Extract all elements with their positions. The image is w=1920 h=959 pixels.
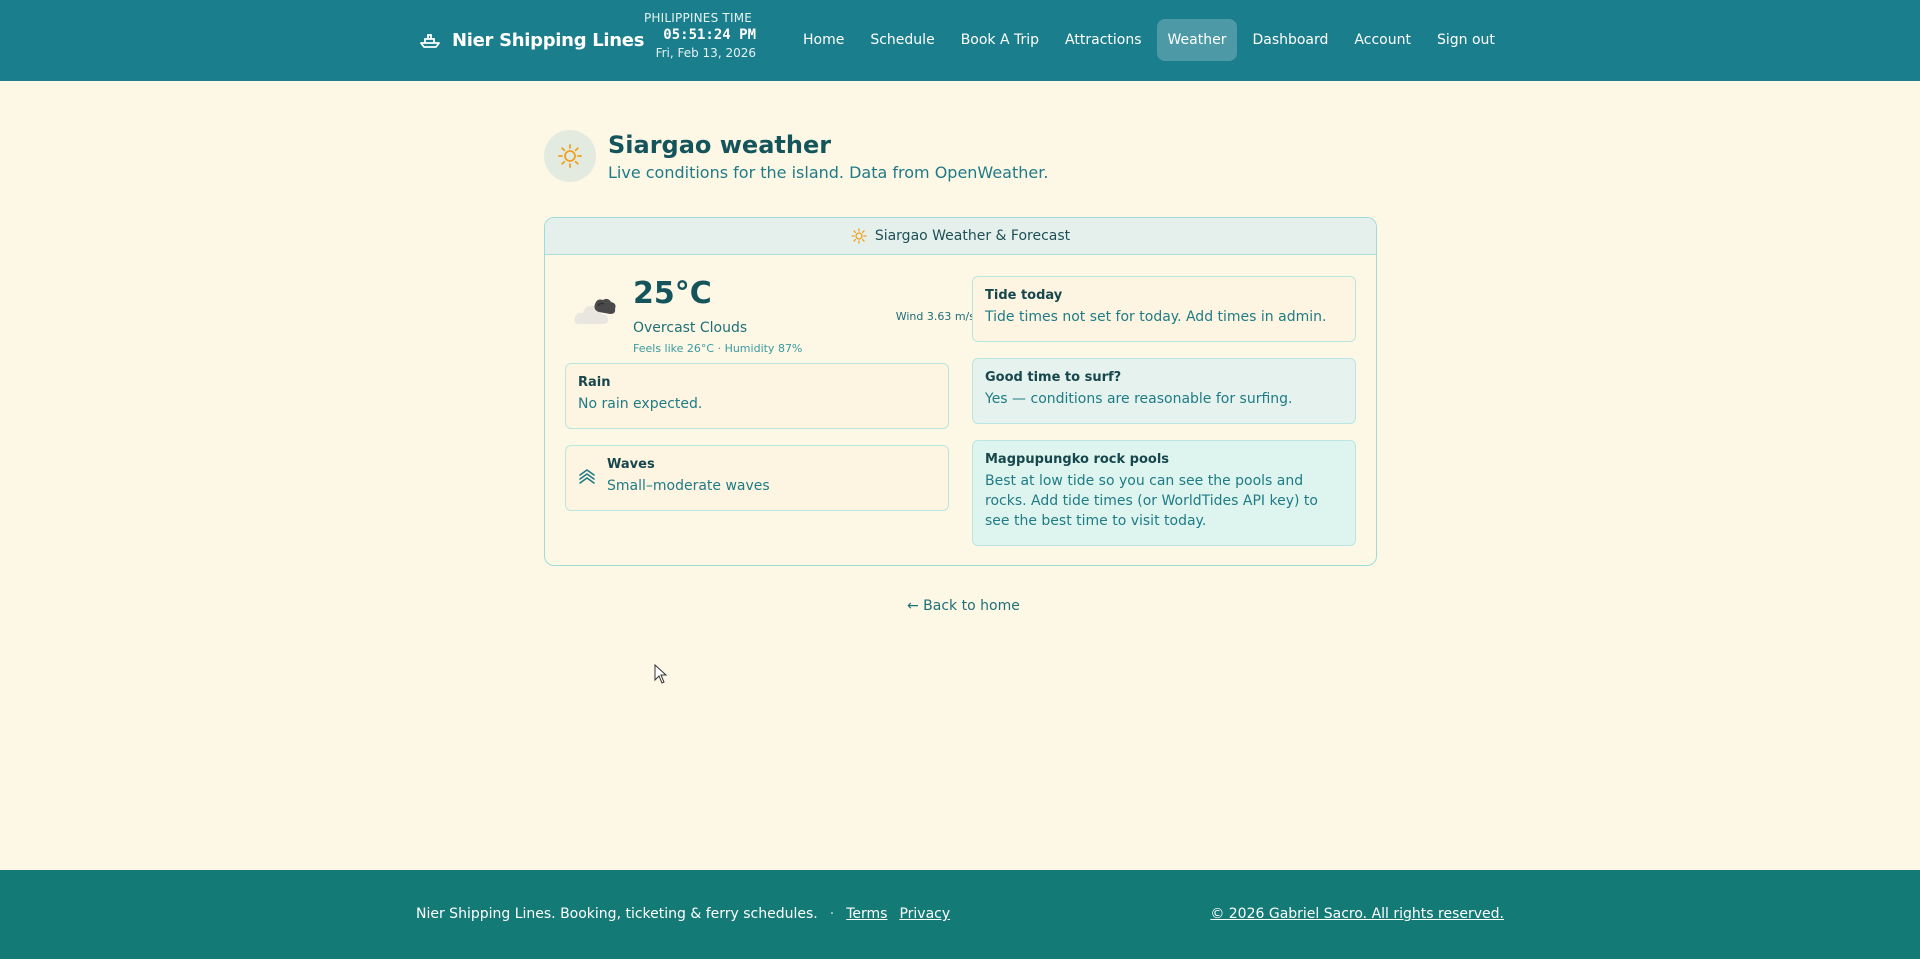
tide-value: Tide times not set for today. Add times …	[985, 309, 1327, 325]
nav-dashboard[interactable]: Dashboard	[1241, 19, 1339, 61]
weather-description: Overcast Clouds	[633, 320, 748, 336]
tide-title: Tide today	[985, 288, 1063, 303]
brand-name: Nier Shipping Lines	[452, 29, 645, 51]
tide-tile: Tide today Tide times not set for today.…	[972, 276, 1356, 342]
page-subtitle: Live conditions for the island. Data fro…	[608, 163, 1049, 182]
current-conditions: 25°C Overcast Clouds Feels like 26°C · H…	[573, 276, 975, 356]
nav-schedule[interactable]: Schedule	[859, 19, 945, 61]
weather-card: Siargao Weather & Forecast 25°C Overcast…	[544, 217, 1377, 566]
sun-icon	[544, 130, 596, 182]
footer-separator: ·	[829, 906, 835, 922]
rain-title: Rain	[578, 375, 611, 390]
top-navigation-bar: Nier Shipping Lines PHILIPPINES TIME 05:…	[0, 0, 1920, 81]
page-title: Siargao weather	[608, 131, 832, 159]
waves-tile: Waves Small–moderate waves	[565, 445, 949, 511]
page-header: Siargao weather Live conditions for the …	[544, 130, 1048, 182]
waves-icon	[579, 469, 595, 484]
back-to-home-link[interactable]: ← Back to home	[907, 598, 1020, 614]
sun-small-icon	[851, 228, 867, 244]
brand-link[interactable]: Nier Shipping Lines	[418, 27, 644, 53]
clock-label: PHILIPPINES TIME	[644, 11, 753, 25]
nav-sign-out[interactable]: Sign out	[1426, 19, 1506, 61]
waves-value: Small–moderate waves	[607, 478, 770, 494]
clock-time: 05:51:24 PM	[663, 27, 756, 44]
privacy-link[interactable]: Privacy	[899, 906, 950, 922]
nav-weather[interactable]: Weather	[1156, 19, 1238, 61]
terms-link[interactable]: Terms	[846, 906, 887, 922]
card-title: Siargao Weather & Forecast	[874, 228, 1071, 244]
surf-title: Good time to surf?	[985, 370, 1122, 385]
rain-tile: Rain No rain expected.	[565, 363, 949, 429]
rock-pools-tile: Magpupungko rock pools Best at low tide …	[972, 440, 1356, 546]
nav-book-a-trip[interactable]: Book A Trip	[950, 19, 1050, 61]
card-header: Siargao Weather & Forecast	[545, 218, 1376, 255]
clock-date: Fri, Feb 13, 2026	[655, 46, 756, 61]
surf-tile: Good time to surf? Yes — conditions are …	[972, 358, 1356, 424]
nav-attractions[interactable]: Attractions	[1054, 19, 1152, 61]
main-nav: Home Schedule Book A Trip Attractions We…	[792, 19, 1506, 61]
feels-like-humidity: Feels like 26°C · Humidity 87%	[633, 342, 803, 355]
wind-speed: Wind 3.63 m/s	[895, 310, 975, 323]
philippines-clock: PHILIPPINES TIME 05:51:24 PM Fri, Feb 13…	[636, 11, 756, 61]
nav-home[interactable]: Home	[792, 19, 855, 61]
surf-value: Yes — conditions are reasonable for surf…	[985, 391, 1293, 407]
mouse-cursor-icon	[654, 664, 668, 684]
rock-pools-value: Best at low tide so you can see the pool…	[985, 473, 1318, 529]
ship-icon	[420, 34, 440, 48]
nav-account[interactable]: Account	[1343, 19, 1422, 61]
rock-pools-title: Magpupungko rock pools	[985, 452, 1170, 467]
footer: Nier Shipping Lines. Booking, ticketing …	[0, 870, 1920, 959]
waves-title: Waves	[607, 457, 655, 472]
footer-tagline: Nier Shipping Lines. Booking, ticketing …	[416, 906, 818, 922]
cloud-icon	[574, 298, 616, 324]
copyright-link[interactable]: © 2026 Gabriel Sacro. All rights reserve…	[1210, 906, 1504, 922]
rain-value: No rain expected.	[578, 396, 703, 412]
temperature: 25°C	[633, 276, 712, 311]
